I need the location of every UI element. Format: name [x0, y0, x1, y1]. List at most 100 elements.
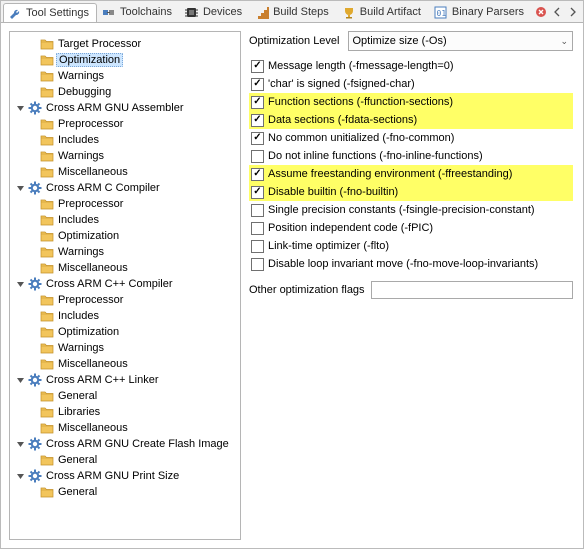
- expand-toggle-icon[interactable]: [14, 374, 26, 386]
- checkbox[interactable]: [251, 168, 264, 181]
- expand-toggle-icon[interactable]: [14, 470, 26, 482]
- checkbox-label: Position independent code (-fPIC): [268, 222, 433, 234]
- tree-group-cross-arm-c-compiler[interactable]: Cross ARM C Compiler: [12, 180, 238, 196]
- tab-tool-settings[interactable]: Tool Settings: [3, 3, 97, 22]
- tree-item-optimization[interactable]: Optimization: [12, 52, 238, 68]
- folder-icon: [40, 261, 54, 275]
- tree-item-label: Miscellaneous: [56, 166, 130, 178]
- tree-item-label: Preprocessor: [56, 294, 125, 306]
- tab-devices[interactable]: Devices: [180, 2, 250, 22]
- checkbox-label: Data sections (-fdata-sections): [268, 114, 417, 126]
- tree-item-general[interactable]: General: [12, 484, 238, 500]
- checkbox[interactable]: [251, 222, 264, 235]
- tree-group-label: Cross ARM C Compiler: [44, 182, 162, 194]
- tree-item-optimization[interactable]: Optimization: [12, 228, 238, 244]
- checkbox-label: Disable loop invariant move (-fno-move-l…: [268, 258, 538, 270]
- binary-icon: [434, 5, 448, 19]
- optimization-level-select[interactable]: Optimize size (-Os) ⌄: [348, 31, 574, 51]
- checkbox-row: Single precision constants (-fsingle-pre…: [249, 201, 573, 219]
- tree-item-label: Miscellaneous: [56, 422, 130, 434]
- tab-toolchains[interactable]: Toolchains: [97, 2, 180, 22]
- tree-item-label: Preprocessor: [56, 118, 125, 130]
- checkbox[interactable]: [251, 240, 264, 253]
- tree-item-warnings[interactable]: Warnings: [12, 148, 238, 164]
- tab-binary-parsers[interactable]: Binary Parsers: [429, 2, 532, 22]
- checkbox-row: Disable builtin (-fno-builtin): [249, 183, 573, 201]
- tab-close-icon[interactable]: [533, 4, 549, 20]
- checkbox[interactable]: [251, 204, 264, 217]
- tree-item-preprocessor[interactable]: Preprocessor: [12, 116, 238, 132]
- tree-item-includes[interactable]: Includes: [12, 212, 238, 228]
- tree-item-includes[interactable]: Includes: [12, 132, 238, 148]
- optimization-level-value: Optimize size (-Os): [353, 35, 447, 47]
- checkbox-label: Function sections (-ffunction-sections): [268, 96, 453, 108]
- gear-icon: [28, 437, 42, 451]
- expand-toggle-icon[interactable]: [14, 438, 26, 450]
- checkbox[interactable]: [251, 96, 264, 109]
- folder-icon: [40, 165, 54, 179]
- folder-icon: [40, 341, 54, 355]
- tree-item-optimization[interactable]: Optimization: [12, 324, 238, 340]
- tree-item-includes[interactable]: Includes: [12, 308, 238, 324]
- checkbox[interactable]: [251, 150, 264, 163]
- folder-icon: [40, 421, 54, 435]
- checkbox[interactable]: [251, 186, 264, 199]
- tree-item-warnings[interactable]: Warnings: [12, 244, 238, 260]
- tab-scroll-left-icon[interactable]: [549, 4, 565, 20]
- tree-item-miscellaneous[interactable]: Miscellaneous: [12, 164, 238, 180]
- tree-item-warnings[interactable]: Warnings: [12, 340, 238, 356]
- checkbox-label: No common unitialized (-fno-common): [268, 132, 454, 144]
- tab-label: Tool Settings: [26, 7, 89, 19]
- tree-group-cross-arm-gnu-assembler[interactable]: Cross ARM GNU Assembler: [12, 100, 238, 116]
- main-area: Target ProcessorOptimizationWarningsDebu…: [1, 23, 583, 548]
- tree-group-cross-arm-c-compiler[interactable]: Cross ARM C++ Compiler: [12, 276, 238, 292]
- tree-group-cross-arm-gnu-print-size[interactable]: Cross ARM GNU Print Size: [12, 468, 238, 484]
- folder-icon: [40, 389, 54, 403]
- tree-item-label: General: [56, 486, 99, 498]
- checkbox[interactable]: [251, 132, 264, 145]
- other-flags-input[interactable]: [371, 281, 573, 299]
- checkbox-row: Assume freestanding environment (-ffrees…: [249, 165, 573, 183]
- tree-item-debugging[interactable]: Debugging: [12, 84, 238, 100]
- checkbox[interactable]: [251, 60, 264, 73]
- checkbox-row: Function sections (-ffunction-sections): [249, 93, 573, 111]
- expand-toggle-icon[interactable]: [14, 102, 26, 114]
- folder-icon: [40, 485, 54, 499]
- tree-item-general[interactable]: General: [12, 452, 238, 468]
- tree-item-miscellaneous[interactable]: Miscellaneous: [12, 260, 238, 276]
- tree-item-label: Warnings: [56, 246, 106, 258]
- tab-scroll-right-icon[interactable]: [565, 4, 581, 20]
- tree-item-preprocessor[interactable]: Preprocessor: [12, 292, 238, 308]
- folder-icon: [40, 309, 54, 323]
- steps-icon: [255, 5, 269, 19]
- checkbox-row: Data sections (-fdata-sections): [249, 111, 573, 129]
- tree-group-label: Cross ARM GNU Create Flash Image: [44, 438, 231, 450]
- tree-group-cross-arm-c-linker[interactable]: Cross ARM C++ Linker: [12, 372, 238, 388]
- tree-item-preprocessor[interactable]: Preprocessor: [12, 196, 238, 212]
- tree-item-miscellaneous[interactable]: Miscellaneous: [12, 356, 238, 372]
- checkbox[interactable]: [251, 78, 264, 91]
- tree-item-general[interactable]: General: [12, 388, 238, 404]
- folder-icon: [40, 453, 54, 467]
- tree-item-miscellaneous[interactable]: Miscellaneous: [12, 420, 238, 436]
- tree-group-cross-arm-gnu-create-flash-image[interactable]: Cross ARM GNU Create Flash Image: [12, 436, 238, 452]
- tree-group-label: Cross ARM C++ Linker: [44, 374, 160, 386]
- tab-build-steps[interactable]: Build Steps: [250, 2, 337, 22]
- checkbox[interactable]: [251, 114, 264, 127]
- tab-build-artifact[interactable]: Build Artifact: [337, 2, 429, 22]
- tree-item-label: Includes: [56, 310, 101, 322]
- expand-toggle-icon[interactable]: [14, 278, 26, 290]
- checkbox[interactable]: [251, 258, 264, 271]
- tab-label: Build Artifact: [360, 6, 421, 18]
- tab-label: Binary Parsers: [452, 6, 524, 18]
- expand-toggle-icon[interactable]: [14, 182, 26, 194]
- other-flags-label: Other optimization flags: [249, 284, 365, 296]
- checkbox-row: Do not inline functions (-fno-inline-fun…: [249, 147, 573, 165]
- tree-item-warnings[interactable]: Warnings: [12, 68, 238, 84]
- checkbox-label: 'char' is signed (-fsigned-char): [268, 78, 415, 90]
- tree-item-target-processor[interactable]: Target Processor: [12, 36, 238, 52]
- tree-item-label: Libraries: [56, 406, 102, 418]
- checkbox-label: Single precision constants (-fsingle-pre…: [268, 204, 535, 216]
- tree-item-libraries[interactable]: Libraries: [12, 404, 238, 420]
- folder-icon: [40, 197, 54, 211]
